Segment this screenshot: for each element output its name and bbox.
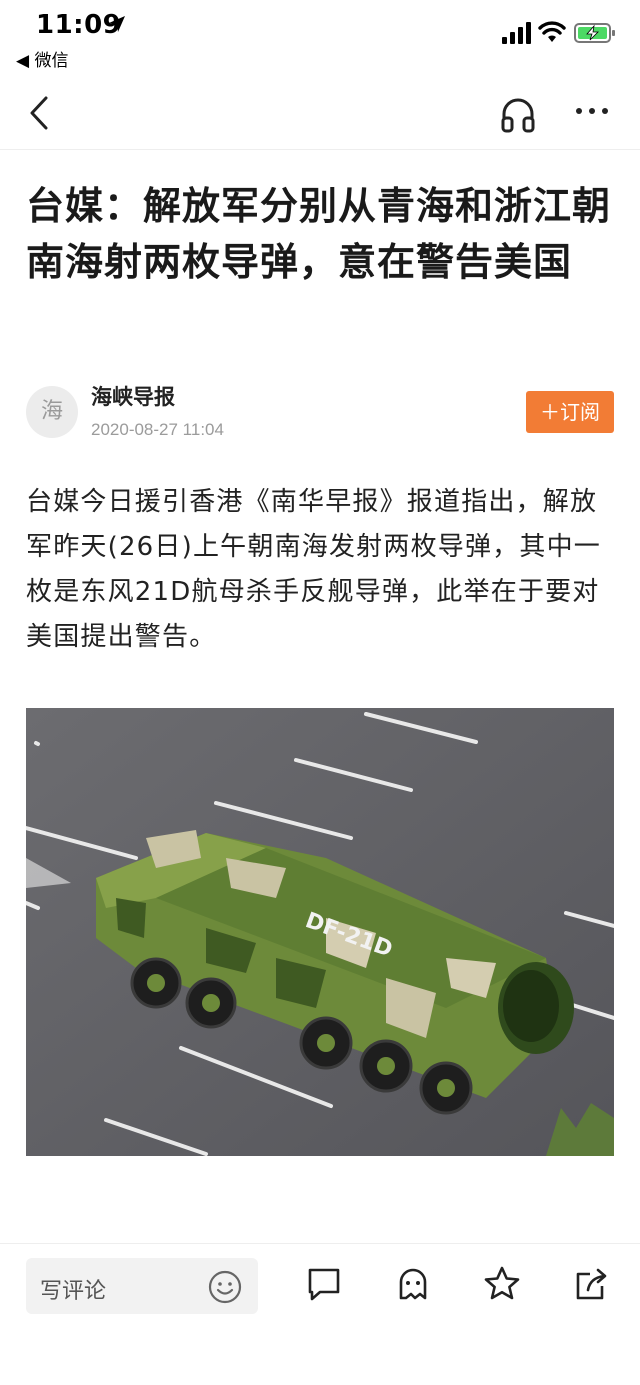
smile-icon[interactable] xyxy=(208,1270,242,1304)
status-bar: 11:09 ◀ 微信 xyxy=(0,0,640,76)
article-title: 台媒：解放军分别从青海和浙江朝南海射两枚导弹，意在警告美国 xyxy=(26,184,612,284)
author-name[interactable]: 海峡导报 xyxy=(91,381,175,411)
article-body: 台媒今日援引香港《南华早报》报道指出，解放军昨天(26日)上午朝南海发射两枚导弹… xyxy=(26,487,601,652)
headphone-icon[interactable] xyxy=(498,94,538,134)
missile-launcher-photo: DF-21D xyxy=(26,708,614,1156)
share-icon[interactable] xyxy=(572,1264,612,1304)
star-icon[interactable] xyxy=(482,1264,522,1304)
comment-input[interactable]: 写评论 xyxy=(26,1258,258,1314)
author-avatar[interactable]: 海 xyxy=(26,386,78,438)
cellular-signal-icon xyxy=(502,22,531,44)
more-icon[interactable] xyxy=(574,104,610,118)
article-image[interactable]: DF-21D xyxy=(26,708,614,1156)
subscribe-button[interactable]: ＋订阅 xyxy=(526,391,614,433)
like-ghost-icon[interactable] xyxy=(393,1264,433,1304)
bottom-action-bar: 写评论 xyxy=(0,1243,640,1385)
back-to-app-link[interactable]: ◀ 微信 xyxy=(16,46,68,71)
comment-placeholder: 写评论 xyxy=(40,1279,107,1304)
publish-time: 2020-08-27 11:04 xyxy=(91,420,224,439)
location-arrow-icon xyxy=(109,16,125,32)
back-icon[interactable] xyxy=(26,94,56,132)
navigation-bar xyxy=(0,76,640,150)
battery-charging-icon xyxy=(574,23,615,43)
wifi-icon xyxy=(538,21,566,42)
comment-icon[interactable] xyxy=(304,1264,344,1304)
